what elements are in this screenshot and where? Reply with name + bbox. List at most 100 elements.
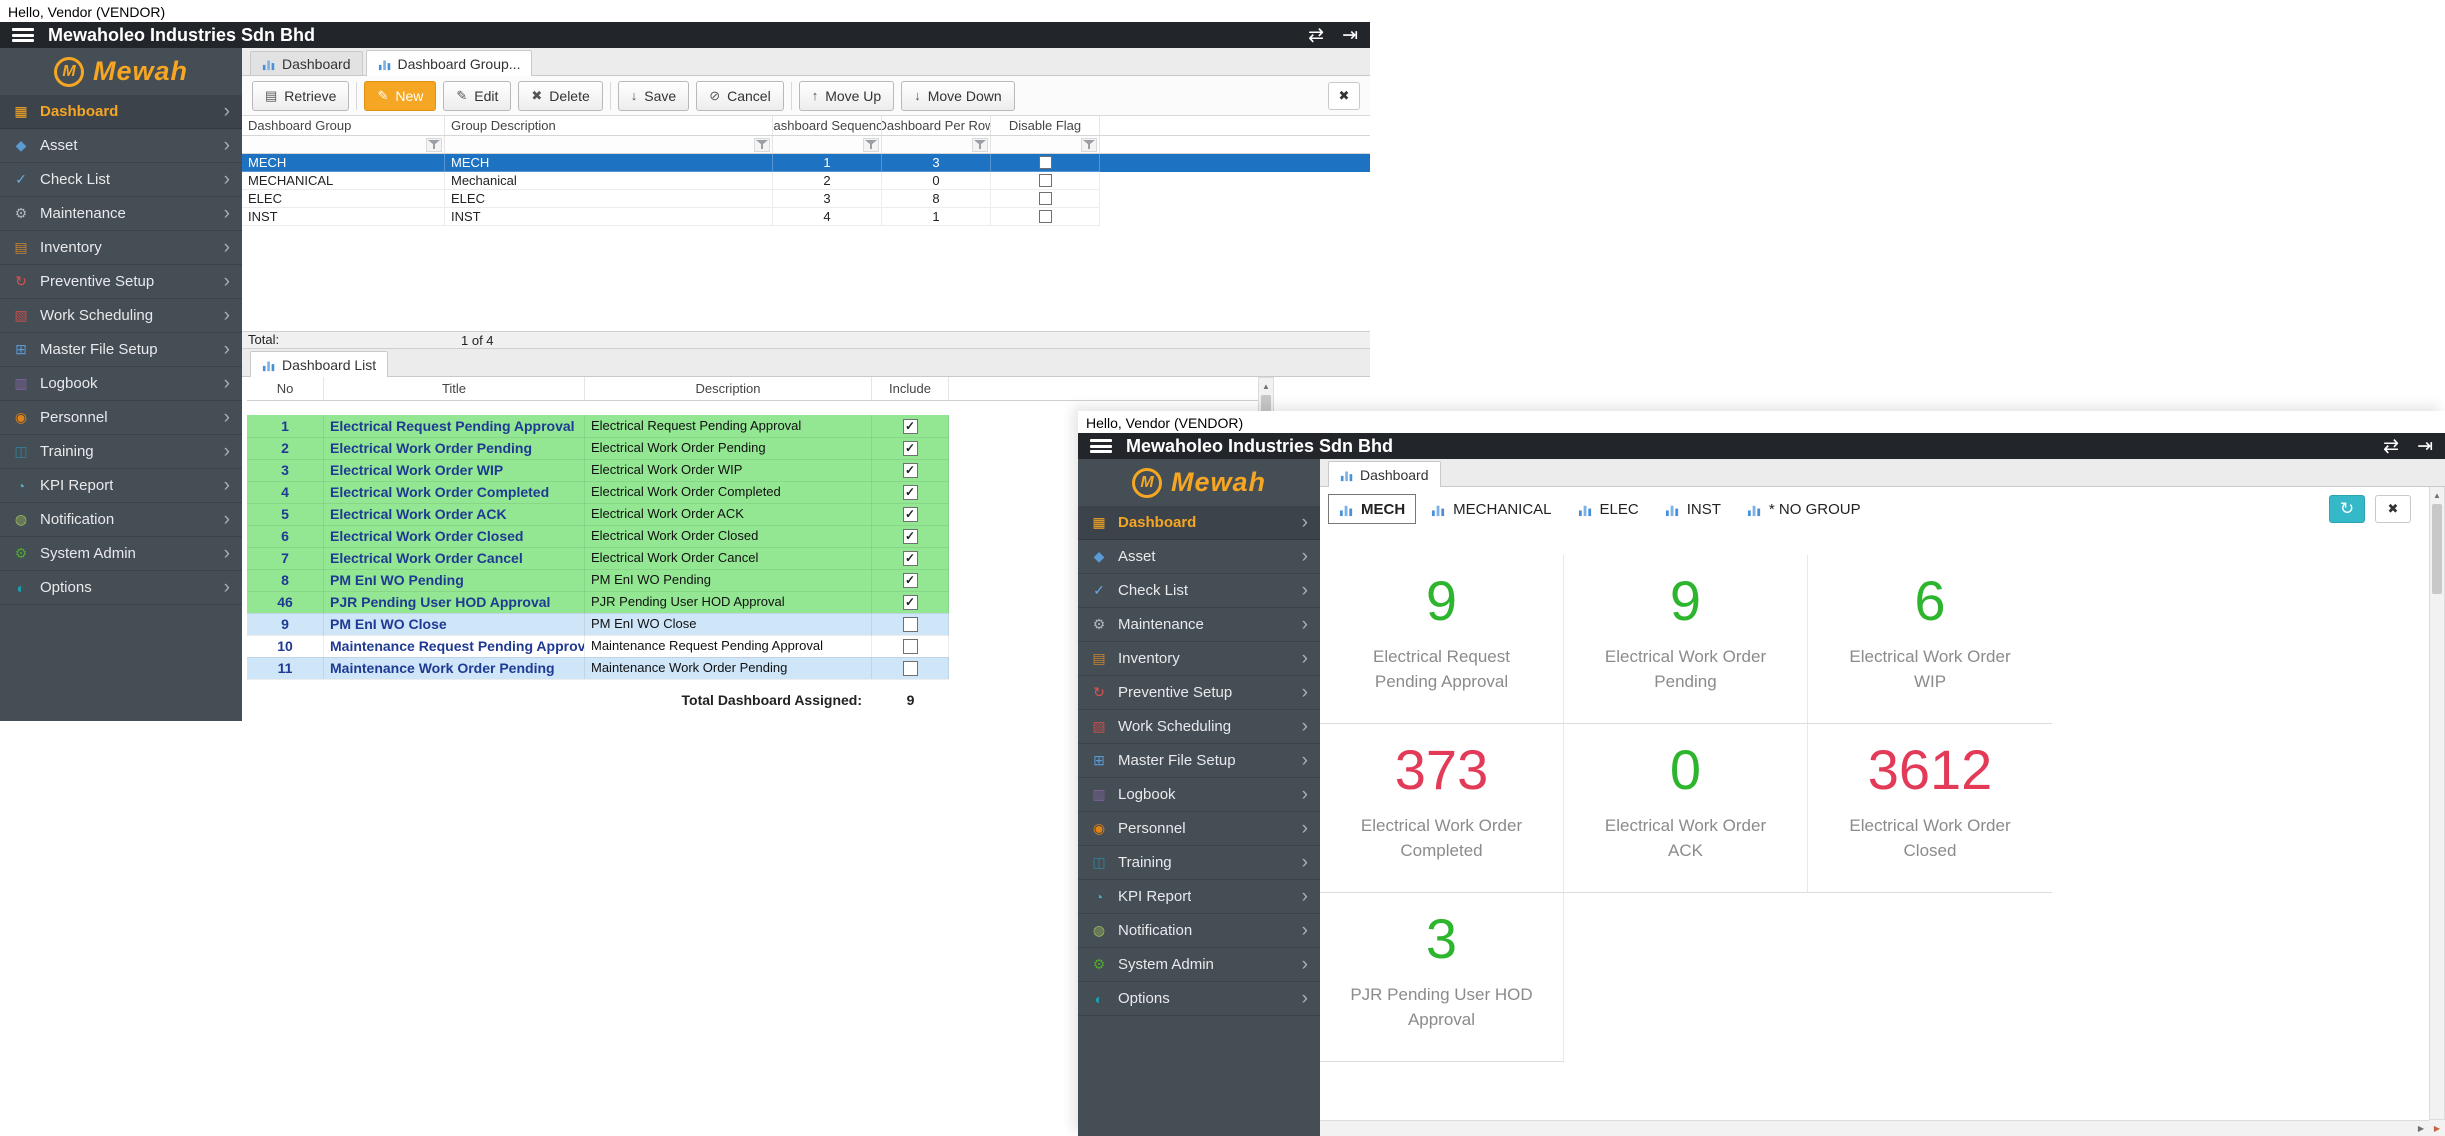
column-header[interactable]: Disable Flag	[991, 116, 1100, 135]
filter-funnel-icon[interactable]	[426, 138, 442, 152]
column-header[interactable]: Dashboard Per Row	[882, 116, 991, 135]
sidebar-item[interactable]: ⚙ System Admin ›	[0, 537, 242, 571]
disable-flag-checkbox[interactable]	[1039, 210, 1052, 223]
dashboard-vertical-scrollbar[interactable]: ▲	[2429, 487, 2445, 1120]
filter-cell[interactable]	[882, 136, 991, 153]
sidebar-item[interactable]: ◫ Training ›	[1078, 846, 1320, 880]
panel-close-button[interactable]: ✖	[1328, 82, 1360, 110]
sidebar-item[interactable]: ▥ Logbook ›	[0, 367, 242, 401]
sync-icon[interactable]: ⇄	[2383, 437, 2399, 456]
sidebar-item[interactable]: ▧ Work Scheduling ›	[0, 299, 242, 333]
sidebar-item[interactable]: ◉ Personnel ›	[0, 401, 242, 435]
sidebar-item[interactable]: ◆ Asset ›	[0, 129, 242, 163]
kpi-card[interactable]: 3612 Electrical Work Order Closed	[1808, 724, 2052, 893]
sidebar-item[interactable]: ◐ Options ›	[0, 571, 242, 605]
filter-cell[interactable]	[991, 136, 1100, 153]
sidebar-item[interactable]: ◔ KPI Report ›	[1078, 880, 1320, 914]
toolbar-button[interactable]: ↓ Move Down	[901, 81, 1014, 111]
kpi-card[interactable]: 9 Electrical Request Pending Approval	[1320, 555, 1564, 724]
scroll-up-icon[interactable]: ▲	[2430, 487, 2444, 503]
disable-flag-checkbox[interactable]	[1039, 156, 1052, 169]
include-checkbox[interactable]	[903, 595, 918, 610]
include-checkbox[interactable]	[903, 463, 918, 478]
toolbar-button[interactable]: ⊘ Cancel	[696, 81, 784, 111]
hamburger-menu-icon[interactable]	[12, 28, 34, 42]
list-column-header[interactable]: No	[247, 377, 324, 400]
logout-icon[interactable]: ⇥	[2417, 437, 2433, 456]
include-checkbox[interactable]	[903, 551, 918, 566]
sidebar-item[interactable]: ▧ Work Scheduling ›	[1078, 710, 1320, 744]
column-header[interactable]: Dashboard Group	[242, 116, 445, 135]
include-checkbox[interactable]	[903, 661, 918, 676]
sidebar-item[interactable]: ▤ Inventory ›	[1078, 642, 1320, 676]
toolbar-button[interactable]: ✖ Delete	[518, 81, 602, 111]
sidebar-item[interactable]: ◆ Asset ›	[1078, 540, 1320, 574]
group-grid-row[interactable]: MECHANICAL Mechanical 2 0	[242, 172, 1370, 190]
sidebar-item[interactable]: ▤ Inventory ›	[0, 231, 242, 265]
toolbar-button[interactable]: ↑ Move Up	[799, 81, 895, 111]
filter-cell[interactable]	[242, 136, 445, 153]
dashboard-group-tab[interactable]: MECHANICAL	[1420, 494, 1562, 524]
include-checkbox[interactable]	[903, 507, 918, 522]
sidebar-item[interactable]: ◍ Notification ›	[1078, 914, 1320, 948]
include-checkbox[interactable]	[903, 485, 918, 500]
dashboard-group-tab[interactable]: INST	[1654, 494, 1732, 524]
toolbar-button[interactable]: ✎ Edit	[443, 81, 511, 111]
dashboard-group-tab[interactable]: * NO GROUP	[1736, 494, 1872, 524]
kpi-card[interactable]: 0 Electrical Work Order ACK	[1564, 724, 1808, 893]
sidebar-item[interactable]: ⚙ System Admin ›	[1078, 948, 1320, 982]
filter-funnel-icon[interactable]	[972, 138, 988, 152]
sidebar-item[interactable]: ↻ Preventive Setup ›	[0, 265, 242, 299]
tab-dashboard-list[interactable]: Dashboard List	[250, 351, 388, 377]
list-column-header[interactable]: Include	[872, 377, 949, 400]
list-column-header[interactable]: Title	[324, 377, 585, 400]
group-grid-row[interactable]: ELEC ELEC 3 8	[242, 190, 1370, 208]
scroll-thumb[interactable]	[2432, 504, 2442, 594]
include-checkbox[interactable]	[903, 573, 918, 588]
column-header[interactable]: Dashboard Sequence	[773, 116, 882, 135]
include-checkbox[interactable]	[903, 617, 918, 632]
sidebar-item[interactable]: ⚙ Maintenance ›	[1078, 608, 1320, 642]
sidebar-item[interactable]: ↻ Preventive Setup ›	[1078, 676, 1320, 710]
sidebar-item[interactable]: ◉ Personnel ›	[1078, 812, 1320, 846]
filter-cell[interactable]	[445, 136, 773, 153]
sidebar-item[interactable]: ◍ Notification ›	[0, 503, 242, 537]
include-checkbox[interactable]	[903, 529, 918, 544]
sidebar-item[interactable]: ◐ Options ›	[1078, 982, 1320, 1016]
document-tab[interactable]: Dashboard Group...	[366, 50, 533, 76]
sidebar-item[interactable]: ⊞ Master File Setup ›	[0, 333, 242, 367]
logout-icon[interactable]: ⇥	[1342, 26, 1358, 45]
include-checkbox[interactable]	[903, 639, 918, 654]
dashboard-horizontal-scrollbar[interactable]: ▶	[1320, 1120, 2429, 1136]
kpi-card[interactable]: 9 Electrical Work Order Pending	[1564, 555, 1808, 724]
toolbar-button[interactable]: ↓ Save	[618, 81, 689, 111]
kpi-card[interactable]: 3 PJR Pending User HOD Approval	[1320, 893, 1564, 1062]
filter-funnel-icon[interactable]	[1081, 138, 1097, 152]
toolbar-button[interactable]: ▤ Retrieve	[252, 81, 349, 111]
dashboard-close-button[interactable]: ✖	[2375, 495, 2411, 523]
column-header[interactable]: Group Description	[445, 116, 773, 135]
sidebar-item[interactable]: ◔ KPI Report ›	[0, 469, 242, 503]
disable-flag-checkbox[interactable]	[1039, 192, 1052, 205]
kpi-card[interactable]: 373 Electrical Work Order Completed	[1320, 724, 1564, 893]
sidebar-item[interactable]: ▦ Dashboard ›	[0, 95, 242, 129]
kpi-card[interactable]: 6 Electrical Work Order WIP	[1808, 555, 2052, 724]
sidebar-item[interactable]: ⊞ Master File Setup ›	[1078, 744, 1320, 778]
scroll-right-icon[interactable]: ▶	[2413, 1122, 2429, 1136]
sidebar-item[interactable]: ⚙ Maintenance ›	[0, 197, 242, 231]
include-checkbox[interactable]	[903, 441, 918, 456]
filter-funnel-icon[interactable]	[754, 138, 770, 152]
filter-funnel-icon[interactable]	[863, 138, 879, 152]
sidebar-item[interactable]: ▦ Dashboard ›	[1078, 506, 1320, 540]
scroll-up-icon[interactable]: ▲	[1259, 378, 1273, 394]
toolbar-button[interactable]: ✎ New	[364, 81, 436, 111]
hamburger-menu-icon[interactable]	[1090, 439, 1112, 453]
sidebar-item[interactable]: ✓ Check List ›	[1078, 574, 1320, 608]
disable-flag-checkbox[interactable]	[1039, 174, 1052, 187]
sync-icon[interactable]: ⇄	[1308, 26, 1324, 45]
sidebar-item[interactable]: ◫ Training ›	[0, 435, 242, 469]
group-grid-row[interactable]: MECH MECH 1 3	[242, 154, 1370, 172]
dashboard-group-tab[interactable]: ELEC	[1567, 494, 1650, 524]
list-column-header[interactable]: Description	[585, 377, 872, 400]
refresh-button[interactable]: ↻	[2329, 495, 2365, 523]
